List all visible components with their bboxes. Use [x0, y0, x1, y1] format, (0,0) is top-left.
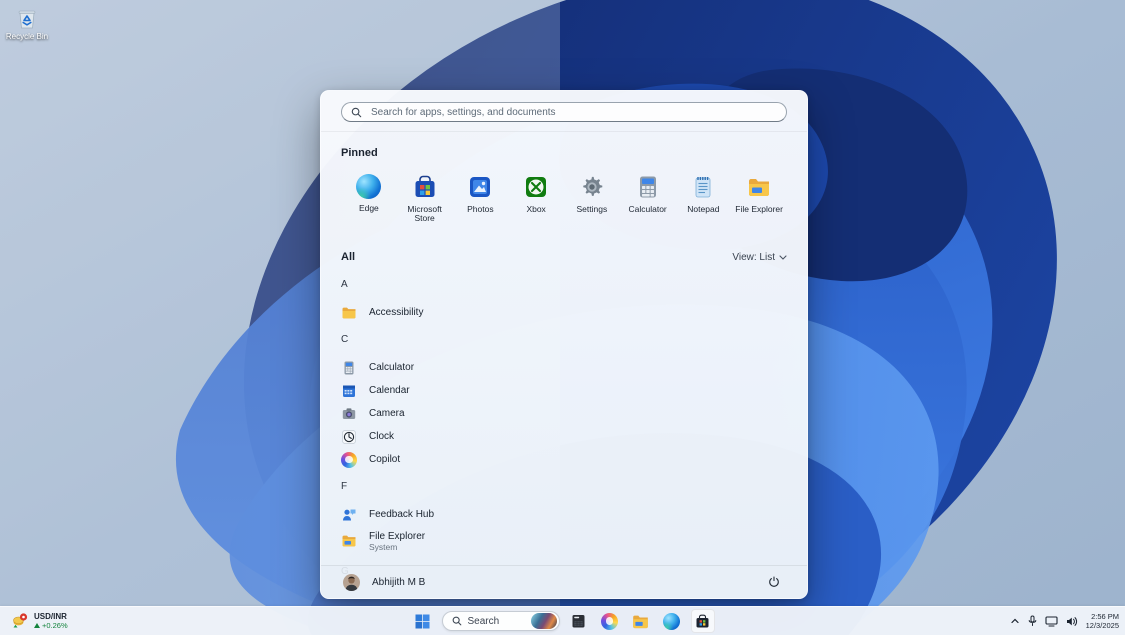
view-list-dropdown[interactable]: View: List: [732, 252, 787, 263]
pinned-app-xbox[interactable]: Xbox: [508, 169, 564, 229]
taskbar-app-microsoft-store[interactable]: [690, 609, 715, 633]
xbox-icon: [526, 177, 547, 197]
pinned-app-photos[interactable]: Photos: [453, 169, 509, 229]
file-explorer-icon: [633, 615, 648, 628]
settings-gear-icon: [583, 176, 603, 196]
pinned-app-calculator[interactable]: Calculator: [620, 169, 676, 229]
search-icon: [452, 616, 461, 626]
recycle-bin-label: Recycle Bin: [5, 32, 49, 41]
notebook-app-icon: [572, 614, 585, 627]
tray-time: 2:56 PM: [1091, 612, 1119, 621]
pinned-apps-grid: Edge Microsoft Store Photos Xbox Setting…: [341, 169, 787, 229]
letter-header-a[interactable]: A: [341, 276, 787, 292]
letter-header-f[interactable]: F: [341, 478, 787, 494]
calculator-icon: [344, 361, 354, 374]
search-icon: [351, 107, 362, 117]
notepad-icon: [695, 177, 711, 198]
app-row-camera[interactable]: Camera: [341, 402, 787, 425]
all-apps-title: All: [341, 251, 356, 263]
recycle-bin-shortcut[interactable]: Recycle Bin: [3, 5, 51, 41]
app-row-copilot[interactable]: Copilot: [341, 448, 787, 471]
start-menu-footer: Abhijith M B: [321, 565, 807, 598]
photos-icon: [470, 177, 491, 197]
copilot-icon: [601, 612, 618, 630]
taskbar-app-edge[interactable]: [660, 609, 684, 633]
app-row-feedback-hub[interactable]: Feedback Hub: [341, 503, 787, 526]
app-row-file-explorer[interactable]: File Explorer System: [341, 526, 787, 556]
taskbar: USD/INR +0.26% Search 2:56 PM 12/3/2025: [0, 606, 1125, 635]
start-search-box[interactable]: [341, 102, 787, 122]
taskbar-center-icons: Search: [411, 609, 715, 633]
finance-widget-icon: [13, 613, 28, 628]
clock-date-button[interactable]: 2:56 PM 12/3/2025: [1086, 612, 1119, 630]
camera-icon: [342, 407, 356, 419]
pinned-app-settings[interactable]: Settings: [564, 169, 620, 229]
tray-date: 12/3/2025: [1085, 621, 1119, 630]
volume-icon[interactable]: [1066, 616, 1078, 627]
app-row-calendar[interactable]: Calendar: [341, 379, 787, 402]
app-row-clock[interactable]: Clock: [341, 425, 787, 448]
clock-icon: [342, 429, 356, 444]
file-explorer-icon: [749, 179, 770, 196]
power-button[interactable]: [763, 571, 785, 593]
feedback-hub-icon: [343, 509, 356, 520]
calendar-icon: [343, 385, 355, 397]
user-name: Abhijith M B: [372, 576, 426, 588]
taskbar-search-label: Search: [467, 615, 500, 627]
trend-up-icon: [34, 623, 40, 628]
start-search-section: [321, 91, 807, 132]
network-icon[interactable]: [1045, 615, 1058, 627]
widgets-button[interactable]: USD/INR +0.26%: [6, 609, 73, 633]
recycle-bin-icon: [18, 10, 36, 29]
letter-header-c[interactable]: C: [341, 331, 787, 347]
pinned-app-notepad[interactable]: Notepad: [676, 169, 732, 229]
calculator-icon: [639, 176, 656, 198]
start-menu-body: Pinned Edge Microsoft Store Photos Xbox …: [321, 147, 807, 583]
taskbar-search-box[interactable]: Search: [441, 611, 560, 631]
hidden-icons-chevron-icon[interactable]: [1010, 617, 1020, 625]
currency-change: +0.26%: [34, 621, 68, 630]
microsoft-store-icon: [415, 175, 435, 197]
edge-icon: [663, 612, 680, 630]
pinned-app-edge[interactable]: Edge: [341, 169, 397, 229]
pinned-app-file-explorer[interactable]: File Explorer: [731, 169, 787, 229]
all-apps-header-row: All View: List: [341, 251, 787, 263]
edge-icon: [356, 174, 382, 199]
user-avatar: [343, 573, 360, 591]
microphone-icon[interactable]: [1028, 615, 1037, 627]
currency-pair: USD/INR: [34, 612, 67, 621]
chevron-down-icon: [779, 254, 787, 260]
folder-icon: [342, 307, 356, 318]
taskbar-app-copilot[interactable]: [598, 609, 622, 633]
file-explorer-icon: [342, 535, 356, 547]
microsoft-store-icon: [696, 614, 709, 627]
app-row-accessibility[interactable]: Accessibility: [341, 301, 787, 324]
pinned-section-title: Pinned: [341, 147, 378, 159]
pinned-app-microsoft-store[interactable]: Microsoft Store: [397, 169, 453, 229]
app-row-subtitle: System: [369, 541, 398, 552]
app-row-calculator[interactable]: Calculator: [341, 356, 787, 379]
search-highlight-thumbnail: [530, 613, 557, 629]
power-icon: [769, 576, 779, 587]
windows-logo-icon: [415, 614, 430, 628]
taskbar-app-notebook[interactable]: [567, 609, 591, 633]
copilot-icon: [341, 451, 357, 468]
user-profile-button[interactable]: Abhijith M B: [343, 573, 426, 591]
start-search-input[interactable]: [369, 105, 777, 119]
taskbar-app-file-explorer[interactable]: [629, 609, 653, 633]
start-menu: Pinned Edge Microsoft Store: [320, 90, 808, 599]
system-tray: 2:56 PM 12/3/2025: [1010, 609, 1119, 633]
start-button[interactable]: [411, 609, 435, 633]
